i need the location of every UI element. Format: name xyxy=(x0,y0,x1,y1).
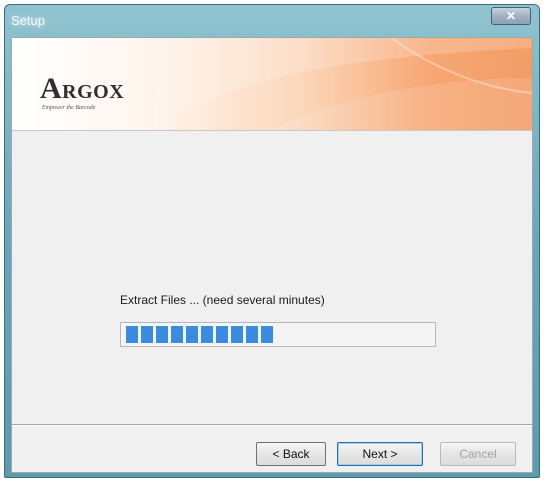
next-button[interactable]: Next > xyxy=(337,442,423,466)
back-button[interactable]: < Back xyxy=(256,442,326,466)
title-bar[interactable]: Setup ✕ xyxy=(5,5,539,39)
wizard-body: ARGOX Empower the Barcode Extract Files … xyxy=(11,37,533,473)
progress-block xyxy=(201,326,213,343)
progress-fill xyxy=(126,326,273,343)
logo-tagline: Empower the Barcode xyxy=(42,105,96,111)
extract-progress-bar xyxy=(120,322,436,347)
setup-window: Setup ✕ ARGOX Empower the Barcode Extrac… xyxy=(4,4,540,478)
argox-logo: ARGOX Empower the Barcode xyxy=(40,72,125,112)
close-icon: ✕ xyxy=(505,9,517,23)
progress-block xyxy=(126,326,138,343)
logo-wordmark: ARGOX xyxy=(40,72,125,105)
progress-block xyxy=(156,326,168,343)
cancel-button[interactable]: Cancel xyxy=(440,442,516,466)
close-button[interactable]: ✕ xyxy=(491,7,531,25)
footer-separator xyxy=(12,424,532,426)
progress-block xyxy=(246,326,258,343)
header-banner: ARGOX Empower the Barcode xyxy=(12,38,532,131)
progress-block xyxy=(171,326,183,343)
progress-block xyxy=(186,326,198,343)
extract-status-label: Extract Files ... (need several minutes) xyxy=(120,293,325,307)
progress-block xyxy=(216,326,228,343)
progress-block xyxy=(261,326,273,343)
progress-block xyxy=(141,326,153,343)
progress-block xyxy=(231,326,243,343)
window-title: Setup xyxy=(11,13,45,28)
